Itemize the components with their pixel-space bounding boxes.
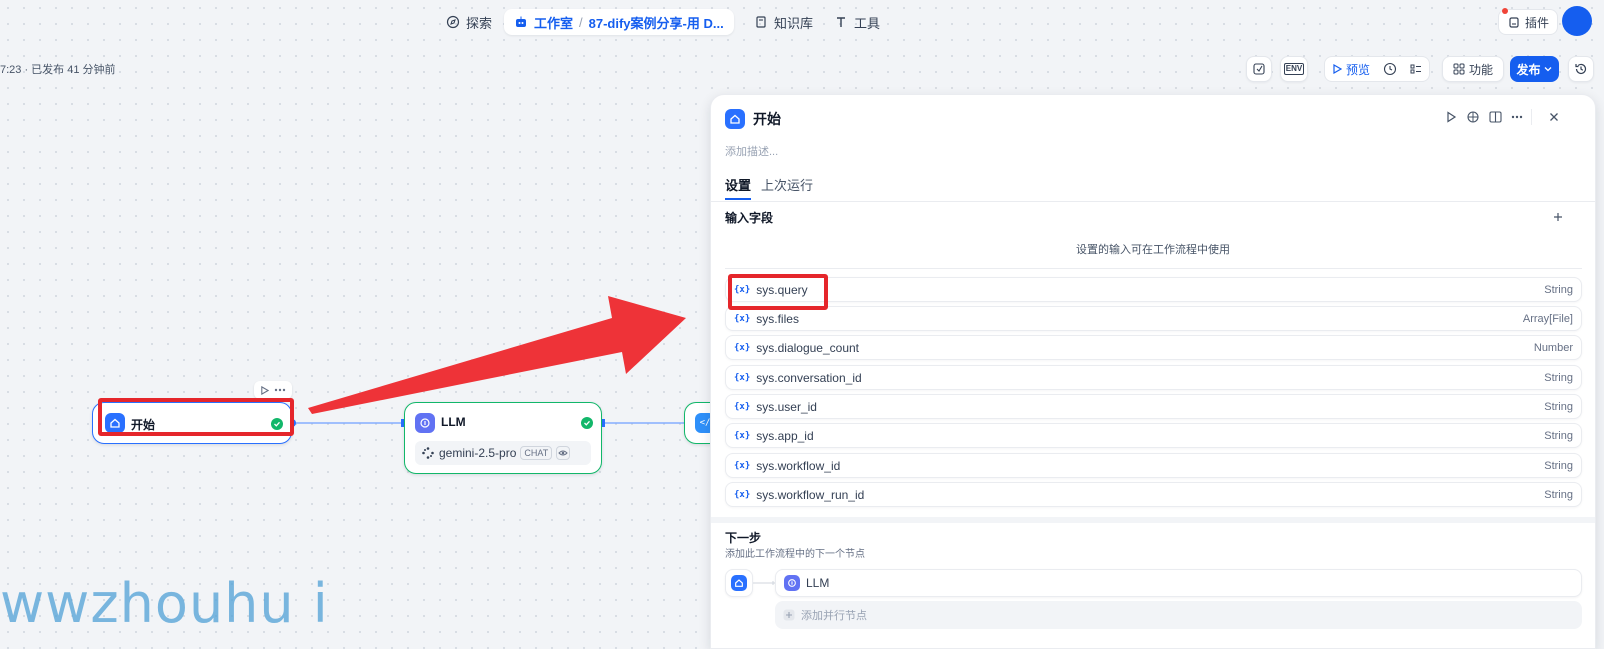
active-tab-indicator xyxy=(725,198,751,200)
variable-row[interactable]: {x} sys.conversation_id String xyxy=(725,365,1582,390)
tab-settings[interactable]: 设置 xyxy=(725,175,751,194)
llm-icon xyxy=(415,413,435,433)
llm-icon xyxy=(784,575,800,591)
variable-type: String xyxy=(1544,371,1573,384)
run-node-icon[interactable] xyxy=(260,385,269,395)
header-divider xyxy=(1531,109,1532,125)
next-node-llm[interactable]: LLM xyxy=(775,569,1582,597)
variable-type: Array[File] xyxy=(1522,312,1573,325)
variable-type: String xyxy=(1544,400,1573,413)
variable-name: sys.dialogue_count xyxy=(756,340,860,355)
model-name: gemini-2.5-pro xyxy=(439,446,517,460)
gemini-icon xyxy=(422,447,434,459)
variable-type: String xyxy=(1544,283,1573,296)
variable-icon: {x} xyxy=(734,460,751,471)
llm-node[interactable]: LLM gemini-2.5-pro CHAT xyxy=(404,402,602,474)
add-field-icon[interactable] xyxy=(1553,212,1563,222)
annotation-box-query xyxy=(728,274,828,310)
variable-row[interactable]: {x} sys.user_id String xyxy=(725,394,1582,419)
close-icon[interactable] xyxy=(1549,112,1559,122)
add-parallel-label: 添加并行节点 xyxy=(801,610,867,622)
variable-row[interactable]: {x} sys.files Array[File] xyxy=(725,306,1582,331)
variable-icon: {x} xyxy=(734,342,751,353)
llm-node-title: LLM xyxy=(441,415,466,429)
more-icon[interactable] xyxy=(274,388,286,392)
variable-row[interactable]: {x} sys.app_id String xyxy=(725,423,1582,448)
node-mini-toolbar xyxy=(254,381,292,399)
llm-output-handle xyxy=(602,419,605,427)
variable-type: String xyxy=(1544,429,1573,442)
annotation-box-start xyxy=(98,398,294,436)
node-settings-panel: 开始 添加描述... 设置 上次运行 输入字段 设置的输入可在工作流程中使用 {… xyxy=(710,94,1596,649)
panel-title[interactable]: 开始 xyxy=(753,109,781,129)
input-fields-hint: 设置的输入可在工作流程中使用 xyxy=(1076,244,1230,256)
book-open-icon[interactable] xyxy=(1489,111,1502,123)
variable-name: sys.query xyxy=(756,282,808,297)
variable-name: sys.conversation_id xyxy=(756,370,862,385)
watermark-text: wwzhouhu i xyxy=(0,572,329,635)
variable-row[interactable]: {x} sys.query String xyxy=(725,277,1582,302)
tab-last-run[interactable]: 上次运行 xyxy=(761,175,813,194)
input-fields-label: 输入字段 xyxy=(725,211,774,225)
annotation-arrow xyxy=(308,296,686,414)
success-check-icon xyxy=(581,417,593,429)
variable-name: sys.workflow_run_id xyxy=(756,487,865,502)
next-node-label: LLM xyxy=(806,576,830,590)
variable-name: sys.app_id xyxy=(756,428,814,443)
more-icon[interactable] xyxy=(1511,115,1523,119)
next-step-label: 下一步 xyxy=(725,531,762,545)
run-step-icon[interactable] xyxy=(1445,111,1457,123)
home-icon xyxy=(725,109,745,129)
variable-row[interactable]: {x} sys.workflow_run_id String xyxy=(725,482,1582,507)
section-divider xyxy=(711,517,1595,523)
variable-type: String xyxy=(1544,459,1573,472)
next-step-description: 添加此工作流程中的下一个节点 xyxy=(725,549,865,560)
variable-type: String xyxy=(1544,488,1573,501)
add-parallel-node-button[interactable]: 添加并行节点 xyxy=(775,601,1582,629)
variable-type: Number xyxy=(1533,341,1573,354)
variable-icon: {x} xyxy=(734,313,751,324)
home-icon xyxy=(731,575,747,591)
variable-icon: {x} xyxy=(734,489,751,500)
variable-name: sys.user_id xyxy=(756,399,817,414)
variable-icon: {x} xyxy=(734,401,751,412)
variable-name: sys.workflow_id xyxy=(756,458,841,473)
variable-name: sys.files xyxy=(756,311,799,326)
hint-divider xyxy=(725,268,1582,269)
model-mode-badge: CHAT xyxy=(520,446,553,460)
variable-icon: {x} xyxy=(734,430,751,441)
next-connector xyxy=(753,581,775,585)
variable-row[interactable]: {x} sys.dialogue_count Number xyxy=(725,335,1582,360)
variable-icon: {x} xyxy=(734,372,751,383)
tab-divider xyxy=(711,201,1595,202)
plus-icon xyxy=(783,609,795,621)
description-input[interactable]: 添加描述... xyxy=(725,143,778,159)
vision-icon xyxy=(556,446,571,460)
help-icon[interactable] xyxy=(1467,111,1479,123)
current-node-chip xyxy=(725,569,753,597)
variable-row[interactable]: {x} sys.workflow_id String xyxy=(725,453,1582,478)
model-selector: gemini-2.5-pro CHAT xyxy=(415,441,591,465)
